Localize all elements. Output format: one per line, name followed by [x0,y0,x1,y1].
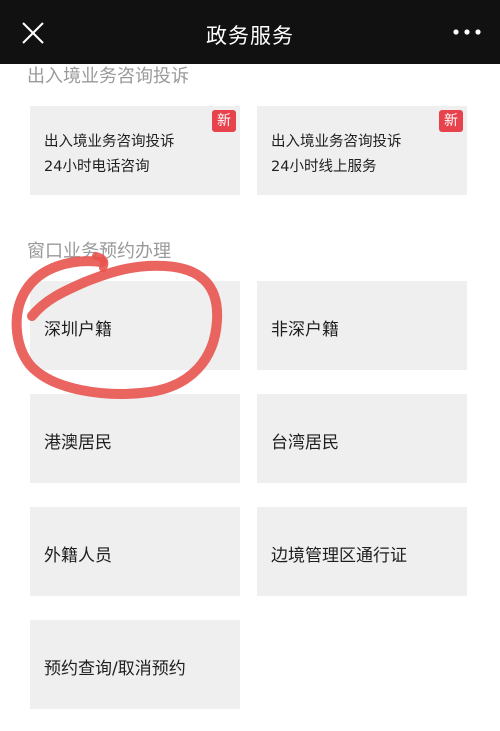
top-bar: 政务服务 [0,0,500,64]
card-label: 港澳居民 [44,433,112,453]
card-line2: 24小时线上服务 [271,159,377,175]
card-taiwan-residents[interactable]: 台湾居民 [257,394,467,483]
new-badge: 新 [212,110,236,132]
card-border-pass[interactable]: 边境管理区通行证 [257,507,467,596]
card-line2: 24小时电话咨询 [44,159,150,175]
section-title-consult: 出入境业务咨询投诉 [27,66,189,87]
card-appointment-query[interactable]: 预约查询/取消预约 [30,620,240,709]
new-badge: 新 [439,110,463,132]
card-non-shenzhen-hukou[interactable]: 非深户籍 [257,281,467,370]
card-hk-macao-residents[interactable]: 港澳居民 [30,394,240,483]
card-label: 预约查询/取消预约 [44,659,186,679]
card-label: 非深户籍 [271,320,339,340]
page-title: 政务服务 [206,24,294,48]
card-shenzhen-hukou[interactable]: 深圳户籍 [30,281,240,370]
more-dots-icon[interactable] [452,24,482,40]
card-label: 台湾居民 [271,433,339,453]
card-line1: 出入境业务咨询投诉 [271,134,402,150]
card-line1: 出入境业务咨询投诉 [44,134,175,150]
card-foreigners[interactable]: 外籍人员 [30,507,240,596]
card-label: 深圳户籍 [44,320,112,340]
section-title-appointment: 窗口业务预约办理 [27,241,171,262]
card-online-service[interactable]: 出入境业务咨询投诉 24小时线上服务 新 [257,106,467,195]
card-phone-consult[interactable]: 出入境业务咨询投诉 24小时电话咨询 新 [30,106,240,195]
card-label: 边境管理区通行证 [271,546,407,566]
card-label: 外籍人员 [44,546,112,566]
